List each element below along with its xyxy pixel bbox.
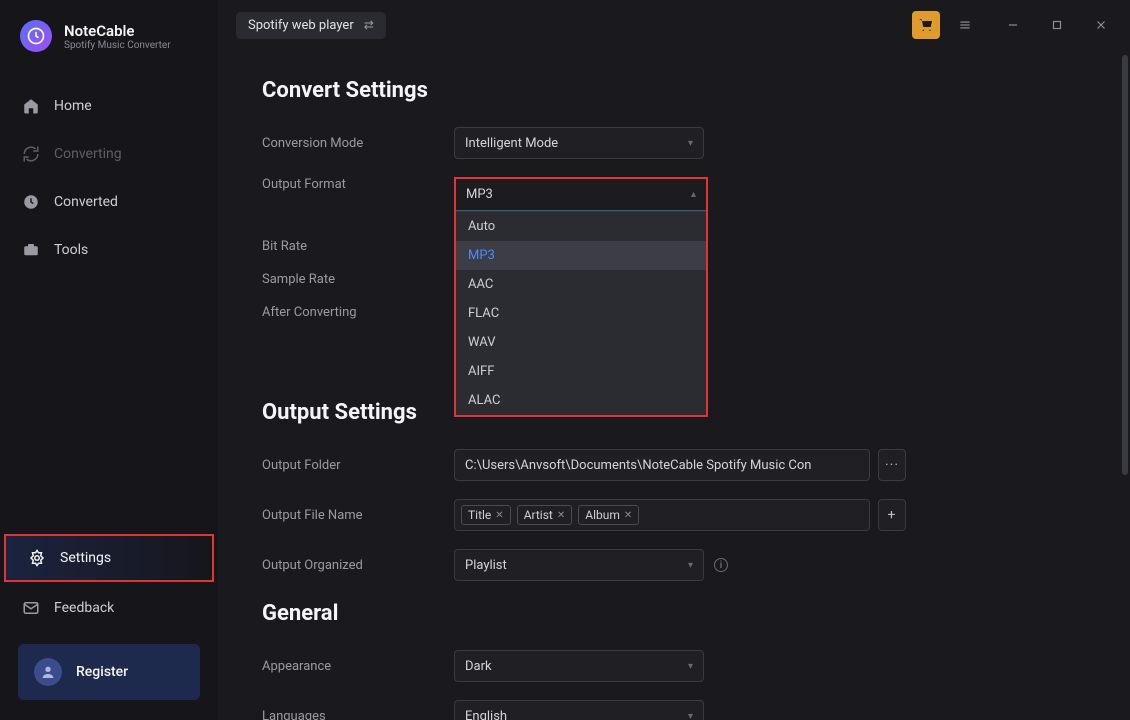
mail-icon bbox=[22, 599, 40, 617]
sidebar-item-converting[interactable]: Converting bbox=[0, 132, 218, 176]
info-icon[interactable]: i bbox=[714, 558, 728, 572]
swap-icon: ⇄ bbox=[364, 18, 374, 32]
player-selector[interactable]: Spotify web player ⇄ bbox=[236, 12, 386, 39]
app-logo-icon bbox=[20, 20, 52, 52]
label-output-folder: Output Folder bbox=[262, 458, 454, 473]
label-sample-rate: Sample Rate bbox=[262, 272, 454, 287]
register-button[interactable]: Register bbox=[18, 644, 200, 700]
label-conversion-mode: Conversion Mode bbox=[262, 136, 454, 151]
output-format-options: Auto MP3 AAC FLAC WAV AIFF ALAC bbox=[456, 211, 706, 415]
settings-icon bbox=[28, 549, 46, 567]
format-option-mp3[interactable]: MP3 bbox=[456, 241, 706, 270]
label-output-organized: Output Organized bbox=[262, 558, 454, 573]
format-option-aac[interactable]: AAC bbox=[456, 270, 706, 299]
tag-artist[interactable]: Artist✕ bbox=[517, 505, 573, 525]
chevron-down-icon: ▾ bbox=[688, 711, 693, 720]
logo-area: NoteCable Spotify Music Converter bbox=[0, 0, 218, 72]
chevron-down-icon: ▾ bbox=[688, 560, 693, 571]
sidebar-item-label: Settings bbox=[60, 550, 111, 566]
output-organized-select[interactable]: Playlist ▾ bbox=[454, 549, 704, 581]
format-option-flac[interactable]: FLAC bbox=[456, 299, 706, 328]
section-title-general: General bbox=[262, 601, 1086, 626]
browse-folder-button[interactable]: ··· bbox=[878, 449, 906, 481]
sidebar-item-feedback[interactable]: Feedback bbox=[0, 586, 218, 630]
remove-tag-icon[interactable]: ✕ bbox=[557, 510, 565, 521]
format-option-alac[interactable]: ALAC bbox=[456, 386, 706, 415]
languages-select[interactable]: English ▾ bbox=[454, 700, 704, 720]
cart-button[interactable] bbox=[912, 11, 940, 39]
converting-icon bbox=[22, 145, 40, 163]
sidebar-item-label: Home bbox=[54, 98, 92, 114]
register-label: Register bbox=[76, 664, 128, 680]
app-title: NoteCable bbox=[64, 22, 171, 40]
format-option-auto[interactable]: Auto bbox=[456, 212, 706, 241]
format-option-aiff[interactable]: AIFF bbox=[456, 357, 706, 386]
output-file-name-tags[interactable]: Title✕ Artist✕ Album✕ bbox=[454, 499, 870, 531]
label-languages: Languages bbox=[262, 709, 454, 720]
user-icon bbox=[34, 658, 62, 686]
player-label: Spotify web player bbox=[248, 18, 354, 33]
appearance-select[interactable]: Dark ▾ bbox=[454, 650, 704, 682]
label-output-format: Output Format bbox=[262, 177, 454, 192]
output-format-dropdown-wrapper: MP3 ▴ Auto MP3 AAC FLAC WAV AIFF ALAC bbox=[454, 177, 708, 417]
sidebar-item-label: Feedback bbox=[54, 600, 114, 616]
tag-title[interactable]: Title✕ bbox=[461, 505, 511, 525]
chevron-up-icon: ▴ bbox=[691, 189, 696, 200]
tools-icon bbox=[22, 241, 40, 259]
scrollbar-thumb[interactable] bbox=[1122, 55, 1128, 475]
sidebar-item-label: Tools bbox=[54, 242, 88, 258]
app-subtitle: Spotify Music Converter bbox=[64, 40, 171, 51]
titlebar: Spotify web player ⇄ bbox=[218, 0, 1130, 50]
chevron-down-icon: ▾ bbox=[688, 138, 693, 149]
format-option-wav[interactable]: WAV bbox=[456, 328, 706, 357]
clock-icon bbox=[22, 193, 40, 211]
label-after-converting: After Converting bbox=[262, 305, 454, 320]
settings-content: Convert Settings Conversion Mode Intelli… bbox=[218, 50, 1130, 720]
add-tag-button[interactable]: + bbox=[878, 499, 906, 531]
remove-tag-icon[interactable]: ✕ bbox=[495, 510, 503, 521]
label-appearance: Appearance bbox=[262, 659, 454, 674]
main-panel: Spotify web player ⇄ bbox=[218, 0, 1130, 720]
output-folder-input[interactable]: C:\Users\Anvsoft\Documents\NoteCable Spo… bbox=[454, 449, 870, 481]
maximize-button[interactable] bbox=[1046, 14, 1068, 36]
label-bit-rate: Bit Rate bbox=[262, 239, 454, 254]
sidebar-item-home[interactable]: Home bbox=[0, 84, 218, 128]
label-output-file-name: Output File Name bbox=[262, 508, 454, 523]
output-format-select[interactable]: MP3 ▴ bbox=[456, 179, 706, 211]
close-button[interactable] bbox=[1090, 14, 1112, 36]
menu-button[interactable] bbox=[954, 14, 976, 36]
minimize-button[interactable] bbox=[1002, 14, 1024, 36]
tag-album[interactable]: Album✕ bbox=[578, 505, 639, 525]
remove-tag-icon[interactable]: ✕ bbox=[624, 510, 632, 521]
sidebar-item-label: Converting bbox=[54, 146, 122, 162]
conversion-mode-select[interactable]: Intelligent Mode ▾ bbox=[454, 127, 704, 159]
sidebar-item-tools[interactable]: Tools bbox=[0, 228, 218, 272]
sidebar-item-converted[interactable]: Converted bbox=[0, 180, 218, 224]
chevron-down-icon: ▾ bbox=[688, 661, 693, 672]
sidebar-item-settings[interactable]: Settings bbox=[4, 534, 214, 582]
home-icon bbox=[22, 97, 40, 115]
section-title-convert: Convert Settings bbox=[262, 78, 1086, 103]
sidebar: NoteCable Spotify Music Converter Home C… bbox=[0, 0, 218, 720]
sidebar-item-label: Converted bbox=[54, 194, 118, 210]
